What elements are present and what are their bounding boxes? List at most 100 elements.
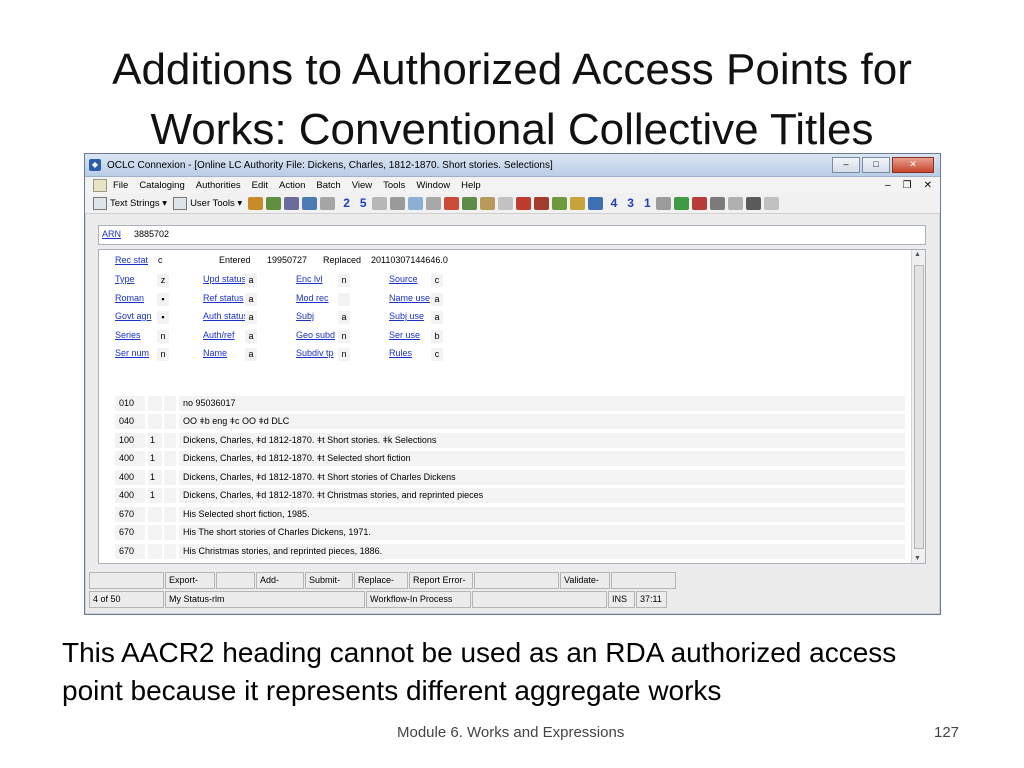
- menu-batch[interactable]: Batch: [316, 180, 340, 191]
- fixed-field-value[interactable]: [338, 292, 350, 306]
- menu-file[interactable]: File: [113, 180, 128, 191]
- scroll-thumb[interactable]: [914, 265, 924, 549]
- fixed-field-value[interactable]: a: [245, 329, 257, 343]
- fixed-field-value[interactable]: b: [431, 329, 443, 343]
- tool-icon-12[interactable]: [479, 196, 495, 210]
- tool-icon-15[interactable]: [533, 196, 549, 210]
- tool-icon-20[interactable]: [709, 196, 725, 210]
- arn-link[interactable]: ARN: [102, 229, 121, 239]
- fixed-field-label[interactable]: Upd status: [203, 274, 246, 284]
- scroll-down-icon[interactable]: ▼: [914, 555, 921, 562]
- marc-indicator-1[interactable]: [148, 395, 162, 411]
- tool-icon-5[interactable]: [320, 196, 336, 210]
- marc-indicator-2[interactable]: [164, 395, 176, 411]
- fixed-field-label[interactable]: Roman: [115, 293, 144, 303]
- tool-icon-1[interactable]: [248, 196, 264, 210]
- marc-field-text[interactable]: OO ǂb eng ǂc OO ǂd DLC: [179, 414, 905, 430]
- marc-tag[interactable]: 670: [115, 506, 145, 522]
- fixed-field-label[interactable]: Govt agn: [115, 311, 152, 321]
- tool-icon-17[interactable]: [569, 196, 585, 210]
- tool-icon-23[interactable]: [763, 196, 779, 210]
- marc-tag[interactable]: 670: [115, 543, 145, 559]
- doc-close-button[interactable]: ✕: [924, 180, 932, 191]
- marc-tag[interactable]: 040: [115, 414, 145, 430]
- marc-indicator-2[interactable]: [164, 414, 176, 430]
- status-add[interactable]: Add-: [256, 572, 304, 589]
- menu-window[interactable]: Window: [416, 180, 450, 191]
- fixed-field-label[interactable]: Subj use: [389, 311, 424, 321]
- fixed-field-value[interactable]: c: [431, 274, 443, 287]
- marc-tag[interactable]: 670: [115, 525, 145, 541]
- tool-icon-11[interactable]: [461, 196, 477, 210]
- fixed-field-label[interactable]: Enc lvl: [296, 274, 323, 284]
- fixed-field-value[interactable]: a: [338, 311, 350, 324]
- fixed-field-label[interactable]: Type: [115, 274, 135, 284]
- tool-icon-2[interactable]: [266, 196, 282, 210]
- fixed-field-value[interactable]: n: [338, 274, 350, 287]
- doc-restore-button[interactable]: ❐: [903, 180, 912, 191]
- toolbar-number-2[interactable]: 2: [343, 196, 350, 210]
- marc-field-row[interactable]: 040 OO ǂb eng ǂc OO ǂd DLC: [115, 413, 905, 432]
- marc-indicator-2[interactable]: [164, 432, 176, 448]
- marc-field-row[interactable]: 010 no 95036017: [115, 394, 905, 413]
- fixed-field-value[interactable]: c: [431, 348, 443, 361]
- marc-field-text[interactable]: Dickens, Charles, ǂd 1812-1870. ǂt Short…: [179, 469, 905, 485]
- fixed-field-label[interactable]: Series: [115, 330, 141, 340]
- marc-field-text[interactable]: His Selected short fiction, 1985.: [179, 506, 905, 522]
- tool-icon-8[interactable]: [407, 196, 423, 210]
- doc-minimize-button[interactable]: –: [885, 180, 891, 191]
- scroll-up-icon[interactable]: ▲: [914, 251, 921, 258]
- validate-check-icon[interactable]: [673, 196, 689, 210]
- marc-indicator-2[interactable]: [164, 543, 176, 559]
- fixed-field-label[interactable]: Ref status: [203, 293, 244, 303]
- fixed-field-label[interactable]: Geo subd: [296, 330, 335, 340]
- marc-field-row[interactable]: 400 1 Dickens, Charles, ǂd 1812-1870. ǂt S…: [115, 468, 905, 487]
- menu-help[interactable]: Help: [461, 180, 481, 191]
- fixed-field-value[interactable]: ▪: [157, 292, 169, 306]
- minimize-button[interactable]: –: [832, 157, 860, 173]
- marc-tag[interactable]: 400: [115, 451, 145, 467]
- toolbar-number-5[interactable]: 5: [360, 196, 367, 210]
- fixed-field-value[interactable]: z: [157, 274, 169, 287]
- fixed-field-value[interactable]: n: [157, 348, 169, 361]
- fixed-field-value[interactable]: ▪: [157, 311, 169, 324]
- marc-indicator-2[interactable]: [164, 506, 176, 522]
- marc-indicator-2[interactable]: [164, 488, 176, 504]
- marc-field-text[interactable]: Dickens, Charles, ǂd 1812-1870. ǂt Short…: [179, 432, 905, 448]
- menu-action[interactable]: Action: [279, 180, 305, 191]
- marc-tag[interactable]: 100: [115, 432, 145, 448]
- marc-indicator-2[interactable]: [164, 525, 176, 541]
- marc-indicator-1[interactable]: 1: [148, 469, 162, 485]
- tool-icon-18[interactable]: [587, 196, 603, 210]
- close-button[interactable]: ✕: [892, 157, 934, 173]
- tool-icon-21[interactable]: [727, 196, 743, 210]
- status-submit[interactable]: Submit-: [305, 572, 353, 589]
- marc-field-text[interactable]: no 95036017: [179, 395, 905, 411]
- marc-field-row[interactable]: 400 1 Dickens, Charles, ǂd 1812-1870. ǂt C…: [115, 487, 905, 506]
- fixed-field-label[interactable]: Mod rec: [296, 293, 329, 303]
- marc-indicator-1[interactable]: 1: [148, 488, 162, 504]
- fixed-field-value[interactable]: n: [338, 348, 350, 361]
- record-scrollbar[interactable]: ▲ ▼: [911, 250, 925, 563]
- marc-field-row[interactable]: 670 His Selected short fiction, 1985.: [115, 505, 905, 524]
- menu-tools[interactable]: Tools: [383, 180, 405, 191]
- marc-indicator-1[interactable]: [148, 414, 162, 430]
- tool-icon-7[interactable]: [389, 196, 405, 210]
- fixed-field-label[interactable]: Rules: [389, 348, 412, 358]
- menu-authorities[interactable]: Authorities: [196, 180, 241, 191]
- tool-icon-6[interactable]: [371, 196, 387, 210]
- menu-edit[interactable]: Edit: [252, 180, 268, 191]
- status-export[interactable]: Export-: [165, 572, 215, 589]
- marc-field-row[interactable]: 400 1 Dickens, Charles, ǂd 1812-1870. ǂt S…: [115, 450, 905, 469]
- fixed-field-label[interactable]: Source: [389, 274, 418, 284]
- tool-icon-16[interactable]: [551, 196, 567, 210]
- marc-field-text[interactable]: Dickens, Charles, ǂd 1812-1870. ǂt Chris…: [179, 488, 905, 504]
- menu-cataloging[interactable]: Cataloging: [139, 180, 184, 191]
- marc-field-text[interactable]: Dickens, Charles, ǂd 1812-1870. ǂt Selec…: [179, 451, 905, 467]
- fixed-field-label[interactable]: Ser num: [115, 348, 149, 358]
- fixed-field-value[interactable]: a: [431, 292, 443, 306]
- marc-indicator-2[interactable]: [164, 451, 176, 467]
- tool-icon-9[interactable]: [425, 196, 441, 210]
- marc-indicator-1[interactable]: 1: [148, 432, 162, 448]
- toolbar-number-3[interactable]: 3: [627, 196, 634, 210]
